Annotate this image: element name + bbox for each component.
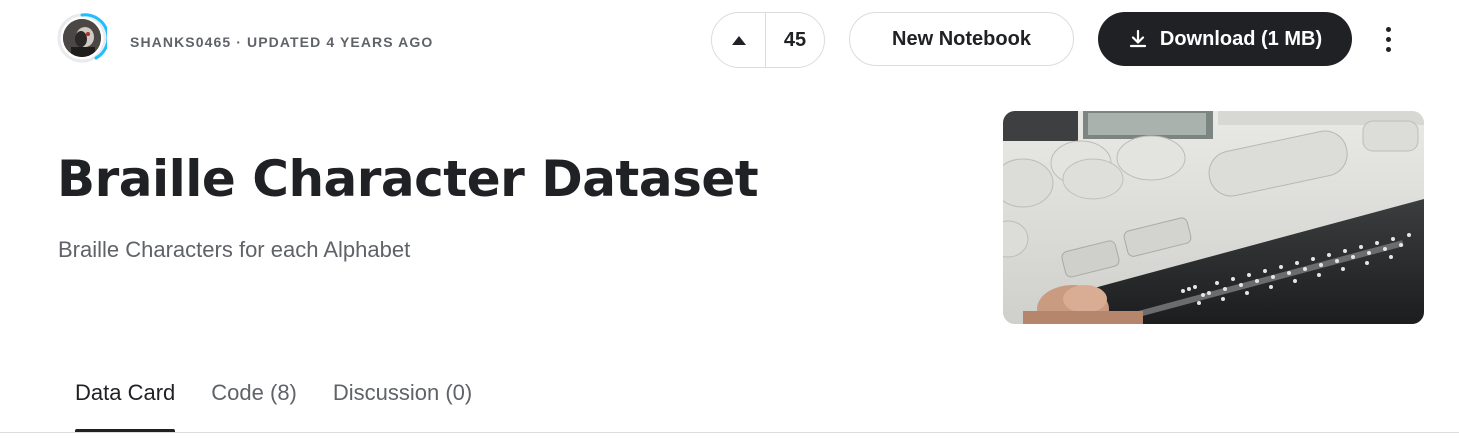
avatar-image bbox=[63, 19, 101, 57]
tabs-divider bbox=[0, 432, 1459, 433]
dataset-subtitle: Braille Characters for each Alphabet bbox=[58, 237, 411, 262]
download-icon bbox=[1129, 29, 1146, 48]
upvote-count: 45 bbox=[783, 28, 807, 51]
tab-data-card[interactable]: Data Card bbox=[57, 372, 193, 432]
dataset-cover-image bbox=[1003, 111, 1424, 324]
download-label: Download (1 MB) bbox=[1159, 27, 1323, 50]
upvote-widget: 45 bbox=[711, 12, 825, 68]
dataset-tabs: Data Card Code (8) Discussion (0) bbox=[57, 372, 490, 432]
new-notebook-button[interactable]: New Notebook bbox=[849, 12, 1074, 66]
caret-up-icon bbox=[731, 35, 746, 45]
download-button[interactable]: Download (1 MB) bbox=[1098, 12, 1352, 66]
tab-discussion[interactable]: Discussion (0) bbox=[315, 372, 490, 432]
dataset-title: Braille Character Dataset bbox=[57, 150, 759, 208]
owner-avatar[interactable] bbox=[57, 13, 107, 63]
more-vert-icon bbox=[1385, 26, 1391, 32]
more-options-button[interactable] bbox=[1372, 20, 1404, 58]
dataset-page: SHANKS0465 · UPDATED 4 YEARS AGO 45 New … bbox=[0, 0, 1459, 442]
owner-updated-meta: SHANKS0465 · UPDATED 4 YEARS AGO bbox=[130, 34, 434, 50]
upvote-button[interactable] bbox=[712, 13, 766, 67]
tab-code[interactable]: Code (8) bbox=[193, 372, 315, 432]
